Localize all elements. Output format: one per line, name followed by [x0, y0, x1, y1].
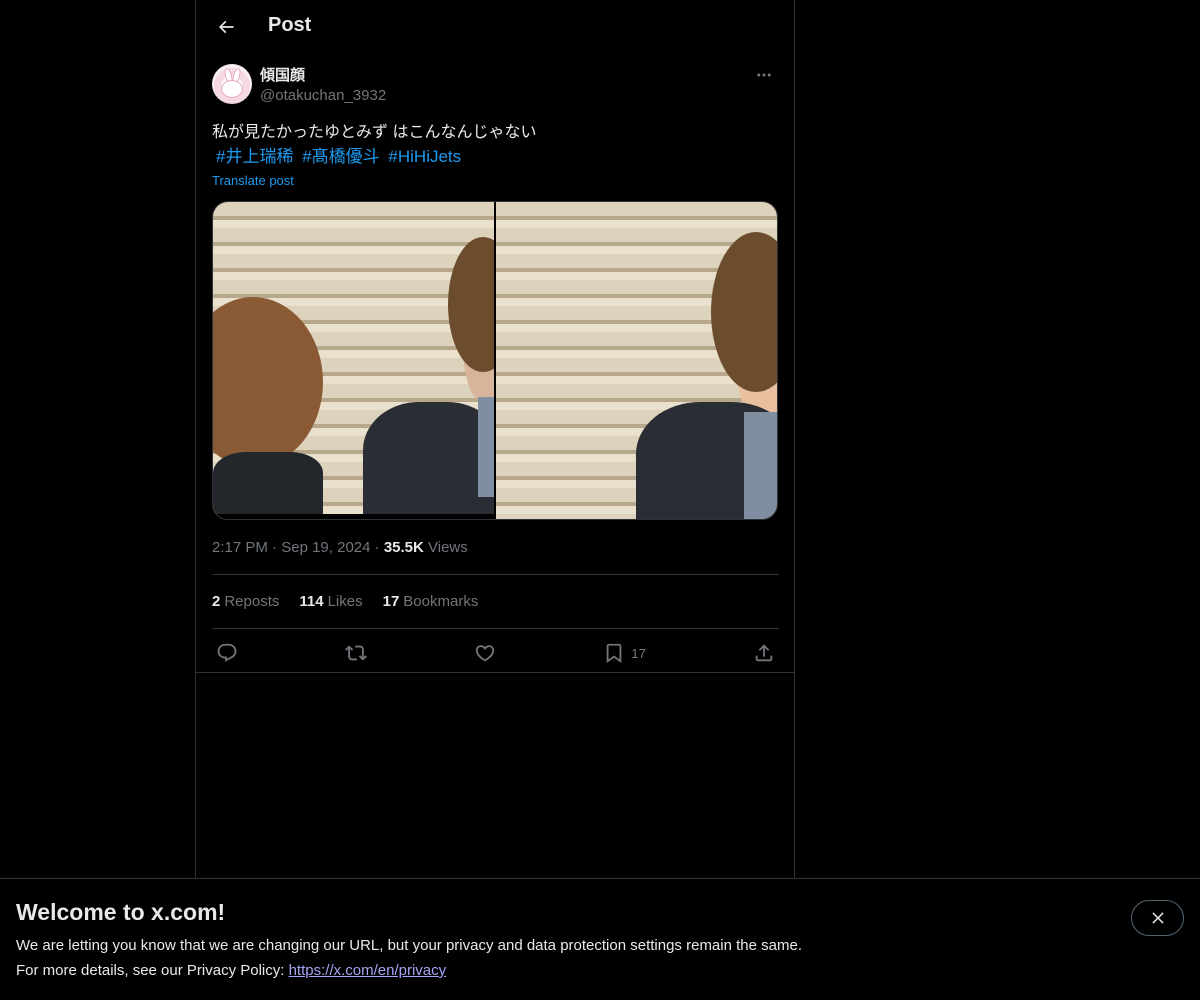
action-bar: 17	[212, 629, 779, 677]
bookmarks-label: Bookmarks	[403, 593, 479, 610]
handle[interactable]: @otakuchan_3932	[260, 86, 386, 106]
share-icon	[755, 644, 773, 662]
meta-separator: ·	[374, 539, 380, 556]
views-label: Views	[428, 539, 468, 556]
views-count: 35.5K	[383, 539, 424, 556]
banner-details: For more details, see our Privacy Policy…	[16, 962, 446, 979]
author-row: 傾国顔 @otakuchan_3932	[212, 64, 779, 106]
post-media	[212, 201, 778, 520]
post-meta: 2:17 PM · Sep 19, 2024 · 35.5K Views	[212, 538, 779, 558]
post-text: 私が見たかったゆとみず はこんなんじゃない	[212, 124, 537, 141]
close-icon	[1151, 912, 1164, 924]
post-header: Post	[196, 0, 794, 54]
banner-title: Welcome to x.com!	[16, 899, 226, 925]
likes-count: 114	[299, 593, 324, 610]
media-image-left[interactable]	[213, 202, 494, 514]
reposts-stat[interactable]: 2 Reposts	[212, 593, 279, 610]
arrow-left-icon	[218, 20, 234, 34]
repost-button[interactable]	[345, 642, 368, 664]
close-banner-button[interactable]	[1131, 900, 1184, 936]
hashtag-link[interactable]: #HiHiJets	[388, 147, 461, 166]
hashtags: #井上瑞稀 #髙橋優斗 #HiHiJets	[212, 145, 779, 169]
privacy-policy-link[interactable]: https://x.com/en/privacy	[289, 962, 447, 979]
reposts-count: 2	[212, 593, 221, 610]
bookmarks-count: 17	[382, 593, 400, 610]
banner-details-text: For more details, see our Privacy Policy…	[16, 962, 289, 979]
post: 傾国顔 @otakuchan_3932 私が見たかったゆとみず はこんなんじゃな…	[212, 64, 779, 677]
translate-post-link[interactable]: Translate post	[212, 171, 779, 191]
reply-icon	[217, 643, 237, 662]
post-date[interactable]: Sep 19, 2024	[281, 539, 370, 556]
bookmark-count: 17	[631, 645, 646, 661]
engagement-stats: 2 Reposts 114 Likes 17 Bookmarks	[212, 575, 779, 628]
bookmarks-stat[interactable]: 17 Bookmarks	[383, 593, 479, 610]
likes-label: Likes	[327, 593, 363, 610]
more-options-button[interactable]	[749, 64, 779, 86]
like-button[interactable]	[474, 642, 496, 664]
author-names: 傾国顔 @otakuchan_3932	[260, 64, 386, 106]
post-time[interactable]: 2:17 PM	[212, 539, 268, 556]
page-title: Post	[268, 14, 312, 36]
back-button[interactable]	[208, 9, 244, 45]
meta-separator: ·	[272, 539, 278, 556]
repost-icon	[345, 645, 368, 661]
divider	[196, 672, 794, 673]
like-icon	[476, 645, 495, 662]
reposts-label: Reposts	[224, 593, 280, 610]
share-button[interactable]	[753, 642, 775, 664]
reply-button[interactable]	[216, 642, 238, 664]
media-image-right[interactable]	[496, 202, 777, 519]
bookmark-button[interactable]: 17	[603, 642, 646, 664]
more-icon	[757, 73, 771, 77]
hashtag-link[interactable]: #井上瑞稀	[216, 147, 293, 166]
avatar[interactable]	[212, 64, 252, 104]
banner-message: We are letting you know that we are chan…	[16, 937, 802, 954]
likes-stat[interactable]: 114 Likes	[299, 593, 362, 610]
hashtag-link[interactable]: #髙橋優斗	[302, 147, 379, 166]
welcome-banner: Welcome to x.com! We are letting you kno…	[0, 878, 1200, 1000]
bookmark-icon	[607, 643, 622, 664]
primary-column: Post 傾国顔 @otakuchan_3932 私が見たかったゆとみず はこん…	[195, 0, 795, 879]
display-name[interactable]: 傾国顔	[260, 66, 386, 86]
